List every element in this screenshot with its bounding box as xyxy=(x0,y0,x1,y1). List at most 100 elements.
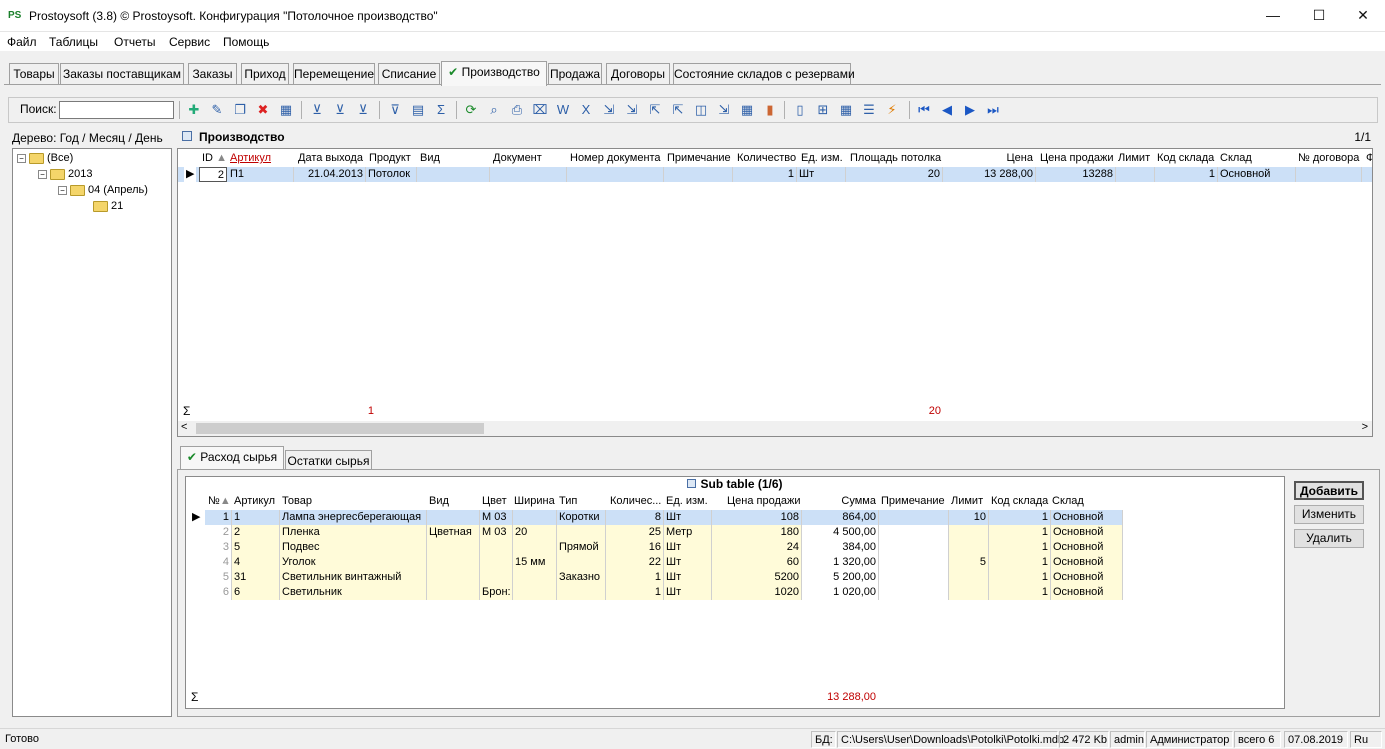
cell-store[interactable]: Основной xyxy=(1218,167,1296,182)
cell-article[interactable]: 1 xyxy=(232,510,280,525)
edit-icon[interactable]: ✎ xyxy=(209,101,225,118)
menu-service[interactable]: Сервис xyxy=(169,34,210,50)
cell-price[interactable]: 13 288,00 xyxy=(943,167,1036,182)
col-product[interactable]: Продукт xyxy=(367,151,417,166)
cell-article[interactable]: 31 xyxy=(232,570,280,585)
filter-view-icon[interactable]: ⊽ xyxy=(387,101,403,118)
col-kind[interactable]: Вид xyxy=(427,494,479,509)
cell-type[interactable]: Коротки xyxy=(557,510,606,525)
tree-node-april[interactable]: − 04 (Апрель) xyxy=(58,183,148,197)
cell-kind[interactable] xyxy=(427,585,480,600)
cell-store[interactable]: Основной xyxy=(1051,525,1123,540)
cell-store-code[interactable]: 1 xyxy=(989,585,1051,600)
cell-unit[interactable]: Шт xyxy=(797,167,846,182)
cell-kind[interactable]: Цветная xyxy=(427,525,480,540)
cell-note[interactable] xyxy=(664,167,733,182)
scroll-right-icon[interactable]: > xyxy=(1362,421,1368,433)
cell-sum[interactable]: 864,00 xyxy=(802,510,879,525)
cell-type[interactable] xyxy=(557,555,606,570)
import2-icon[interactable]: ⇱ xyxy=(670,101,686,118)
run-icon[interactable]: ⚡ xyxy=(884,101,900,118)
table-row[interactable]: 4 4 Уголок 15 мм 22 Шт 60 1 320,00 5 1 Основной xyxy=(186,555,1123,570)
prev-icon[interactable]: ◀ xyxy=(939,101,955,118)
cell-note[interactable] xyxy=(879,585,949,600)
col-type[interactable]: Тип xyxy=(557,494,605,509)
tab-supplier-orders[interactable]: Заказы поставщикам xyxy=(60,63,184,85)
col-kind[interactable]: Вид xyxy=(418,151,488,166)
cell-contract[interactable] xyxy=(1296,167,1362,182)
cell-note[interactable] xyxy=(879,555,949,570)
horizontal-scrollbar[interactable]: < > xyxy=(178,421,1372,436)
tab-orders[interactable]: Заказы xyxy=(188,63,237,85)
cell-store-code[interactable]: 1 xyxy=(989,525,1051,540)
cell-type[interactable] xyxy=(557,585,606,600)
doc-icon[interactable]: ▯ xyxy=(792,101,808,118)
cell-store-code[interactable]: 1 xyxy=(989,555,1051,570)
close-button[interactable]: ✕ xyxy=(1340,0,1385,30)
collapse-icon[interactable]: − xyxy=(17,153,26,163)
copy-icon[interactable]: ❐ xyxy=(232,101,248,118)
scroll-thumb[interactable] xyxy=(196,423,484,434)
cell-store[interactable]: Основной xyxy=(1051,555,1123,570)
cell-width[interactable] xyxy=(513,570,557,585)
col-quantity[interactable]: Количество xyxy=(735,151,797,166)
refresh-icon[interactable]: ⟳ xyxy=(463,101,479,118)
cell-limit[interactable]: 5 xyxy=(949,555,989,570)
print-icon[interactable]: ⎙ xyxy=(509,101,525,118)
cell-product[interactable]: Потолок xyxy=(366,167,417,182)
next-icon[interactable]: ▶ xyxy=(962,101,978,118)
cell-unit[interactable]: Шт xyxy=(664,585,712,600)
cell-doc-number[interactable] xyxy=(567,167,664,182)
col-unit[interactable]: Ед. изм. xyxy=(799,151,847,166)
col-article[interactable]: Артикул xyxy=(232,494,280,509)
cell-sale-price[interactable]: 13288 xyxy=(1036,167,1116,182)
add-icon[interactable]: ✚ xyxy=(186,101,202,118)
cell-article[interactable]: 6 xyxy=(232,585,280,600)
cell-color[interactable] xyxy=(480,570,513,585)
col-limit[interactable]: Лимит xyxy=(1116,151,1154,166)
tab-stock-reserves[interactable]: Состояние складов с резервами xyxy=(673,63,855,85)
cell-sale-price[interactable]: 5200 xyxy=(712,570,802,585)
cell-quantity[interactable]: 1 xyxy=(733,167,797,182)
col-document[interactable]: Документ xyxy=(491,151,565,166)
cell-color[interactable]: Брон: xyxy=(480,585,513,600)
export2-icon[interactable]: ⇲ xyxy=(624,101,640,118)
tab-transfer[interactable]: Перемещение xyxy=(293,63,375,85)
cell-kind[interactable] xyxy=(427,540,480,555)
col-unit[interactable]: Ед. изм. xyxy=(664,494,714,509)
cell-limit[interactable] xyxy=(949,585,989,600)
table-row[interactable]: 5 31 Светильник винтажный Заказно 1 Шт 5200 5 2… xyxy=(186,570,1123,585)
cell-quantity[interactable]: 1 xyxy=(606,585,664,600)
material-grid[interactable]: Sub table (1/6) №▲ Артикул Товар Вид Цве… xyxy=(185,476,1285,709)
filter-add-icon[interactable]: ⊻ xyxy=(309,101,325,118)
cell-product[interactable]: Светильник xyxy=(280,585,427,600)
col-price[interactable]: Цена xyxy=(942,151,1035,166)
cell-area[interactable]: 20 xyxy=(846,167,943,182)
cell-sum[interactable]: 384,00 xyxy=(802,540,879,555)
table-row[interactable]: ▶ 2 П1 21.04.2013 Потолок 1 Шт 20 13 288… xyxy=(178,167,1372,182)
cell-unit[interactable]: Шт xyxy=(664,510,712,525)
delete-all-icon[interactable]: ▦ xyxy=(278,101,294,118)
cell-kind[interactable] xyxy=(427,555,480,570)
filter-remove-icon[interactable]: ⊻ xyxy=(355,101,371,118)
col-sale-price[interactable]: Цена продажи xyxy=(725,494,805,509)
delete-button[interactable]: Удалить xyxy=(1294,529,1364,548)
tab-material-stock[interactable]: Остатки сырья xyxy=(285,450,372,470)
col-id[interactable]: ID ▲ xyxy=(200,151,230,166)
preview-icon[interactable]: ⌧ xyxy=(532,101,548,118)
col-article[interactable]: Артикул xyxy=(228,151,292,166)
cell-kind[interactable] xyxy=(417,167,490,182)
find-icon[interactable]: ⌕ xyxy=(486,101,502,118)
cell-width[interactable]: 20 xyxy=(513,525,557,540)
cell-unit[interactable]: Шт xyxy=(664,555,712,570)
cell-width[interactable]: 15 мм xyxy=(513,555,557,570)
cell-document[interactable] xyxy=(490,167,567,182)
cell-limit[interactable]: 10 xyxy=(949,510,989,525)
cell-type[interactable]: Прямой xyxy=(557,540,606,555)
cell-quantity[interactable]: 1 xyxy=(606,570,664,585)
tab-material-usage[interactable]: ✔ Расход сырья xyxy=(180,446,284,469)
cell-width[interactable] xyxy=(513,585,557,600)
edit-button[interactable]: Изменить xyxy=(1294,505,1364,524)
import-icon[interactable]: ⇱ xyxy=(647,101,663,118)
col-store-code[interactable]: Код склада xyxy=(989,494,1051,509)
